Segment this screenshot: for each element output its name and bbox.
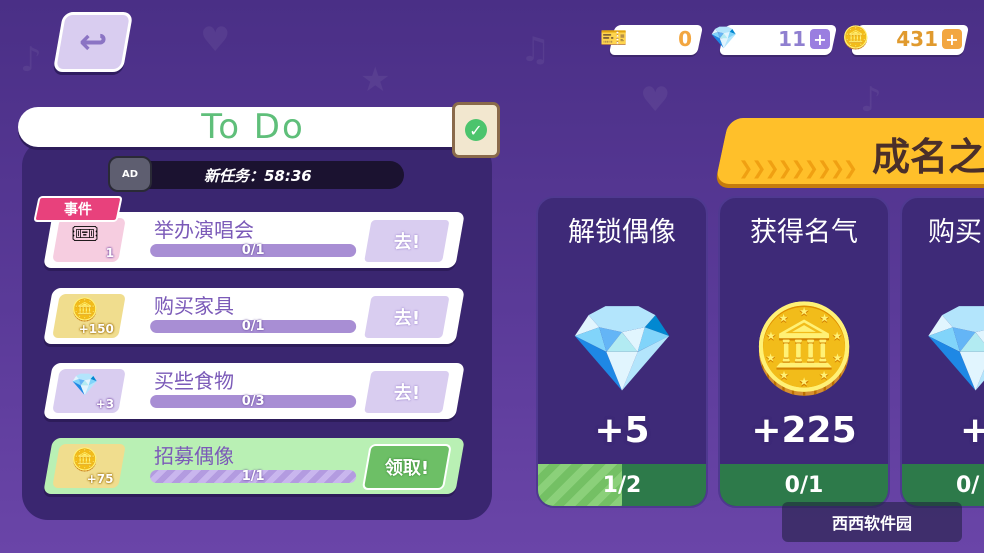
task-progress: 1/1 [241,469,265,484]
goal-card-gain-fame[interactable]: 获得名气 🪙 +225 0/1 [718,196,890,508]
goal-card-progress: 0/1 [720,464,888,506]
ad-label: AD [121,168,139,180]
task-progress: 0/1 [241,243,265,258]
coin-value: 431 [896,27,938,51]
todo-header: To Do [18,107,488,147]
diamond-counter: 💎 11 + [710,25,838,55]
watermark-logo: 西西软件园 [782,502,962,542]
task-reward: +75 [86,472,114,486]
event-tag: 事件 [33,196,123,222]
goal-card-amount: +225 [751,410,857,451]
task-name: 招募偶像 [154,444,235,468]
goal-card-amount: +5 [594,410,650,451]
task-name: 买些食物 [154,369,235,393]
task-row-recruit: 🪙 +75 招募偶像 1/1 领取! [43,438,465,494]
todo-title: To Do [201,107,305,147]
task-reward: 1 [105,246,114,260]
checkmark-icon: ✓ [465,119,487,141]
goal-progress-text: 0/ [956,472,980,498]
background-note-icon: ♪ [20,40,42,80]
watermark-text: 西西软件园 [831,514,912,533]
coin-reward-icon: 🪙 +150 [52,294,126,338]
new-task-timer: 新任务：58:36 [116,161,404,189]
goal-card-progress: 0/ [902,464,984,506]
coin-stack-icon: 🪙 [70,448,99,473]
go-button-label: 去! [393,232,420,253]
goal-progress-text: 1/2 [602,472,642,498]
coin-counter: 🪙 431 + [842,25,970,55]
flower-token-counter: 🎫 0 [600,25,704,55]
fame-banner-title: 成名之 [872,135,984,179]
task-row-food: 💎 +3 买些食物 0/3 去! [43,363,465,419]
background-note-icon: ♫ [520,30,551,70]
go-button-label: 去! [393,308,420,329]
coin-pile-icon: 🪙 [750,299,858,399]
clipboard-icon: ✓ [452,102,500,158]
background-star-icon: ★ [360,60,391,100]
goal-card-progress: 1/2 [538,464,706,506]
event-tag-label: 事件 [64,202,92,218]
goal-card-unlock-idol[interactable]: 解锁偶像 💎 +5 1/2 [536,196,708,508]
back-button[interactable]: ↩ [52,12,134,72]
coin-stack-icon: 🪙 [70,298,99,323]
goal-card-title: 获得名气 [750,217,858,248]
coin-reward-icon: 🪙 +75 [52,444,126,488]
background-note-icon: ♪ [860,80,882,120]
ticket-icon: 🎟 [70,222,99,247]
background-heart-icon: ♥ [200,20,231,60]
back-arrow-icon: ↩ [78,22,108,62]
task-name: 购买家具 [154,294,235,318]
task-row-furniture: 🪙 +150 购买家具 0/1 去! [43,288,465,344]
claim-button-label: 领取! [384,458,429,479]
task-go-button[interactable]: 去! [361,218,452,264]
coin-icon: 🪙 [842,26,870,51]
add-diamond-button[interactable]: + [810,29,830,49]
diamond-icon: 💎 [710,26,738,51]
goal-card-title: 解锁偶像 [568,217,676,248]
flower-token-value: 0 [678,27,692,51]
task-go-button[interactable]: 去! [361,294,452,340]
background-heart-icon: ♥ [640,80,671,120]
diamond-reward-icon: 💎 +3 [52,369,126,413]
goal-progress-text: 0/1 [784,472,824,498]
chevron-pattern-icon: ❯❯❯❯❯❯❯❯❯ [738,158,857,179]
task-reward: +3 [95,397,114,411]
diamond-stack-icon: 💎 [70,373,99,398]
flower-token-icon: 🎫 [600,26,628,51]
diamond-value: 11 [778,27,806,51]
task-claim-button[interactable]: 领取! [361,444,452,490]
timer-text: 新任务：58:36 [204,166,312,185]
task-go-button[interactable]: 去! [361,369,452,415]
add-coin-button[interactable]: + [942,29,962,49]
go-button-label: 去! [393,383,420,404]
diamond-pile-icon: 💎 [902,306,984,392]
task-progress: 0/1 [241,319,265,334]
diamond-pile-icon: 💎 [568,299,676,399]
task-name: 举办演唱会 [154,218,255,242]
task-reward: +150 [78,322,114,336]
goal-card-buy[interactable]: 购买 💎 + 0/ [900,196,984,508]
goal-card-amount: + [902,410,984,451]
ticket-reward-icon: 🎟 1 [52,218,126,262]
goal-card-title: 购买 [928,217,982,248]
ad-button[interactable]: AD [108,156,152,192]
task-progress: 0/3 [241,394,265,409]
